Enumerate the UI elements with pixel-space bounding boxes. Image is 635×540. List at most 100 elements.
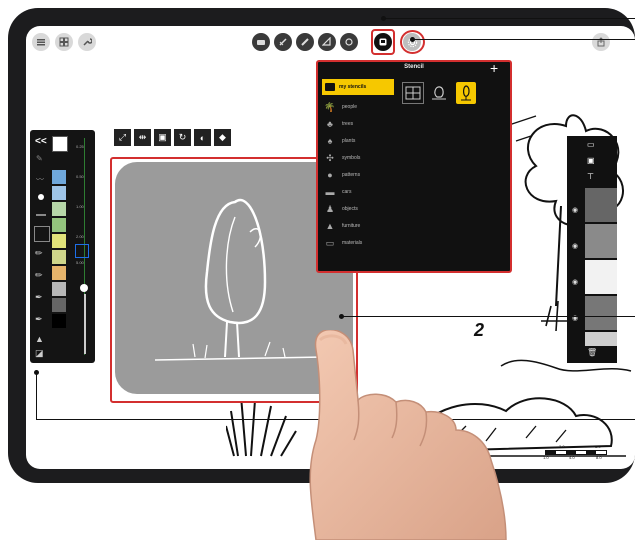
eraser-icon[interactable]: ◪	[35, 348, 44, 359]
collapse-palette-button[interactable]: <<	[35, 136, 47, 147]
color-swatch-7[interactable]	[52, 266, 66, 280]
size-label-5: 5.00	[76, 260, 84, 265]
scale-icon[interactable]: ⤢	[114, 129, 131, 146]
layer-thumb-5[interactable]	[585, 332, 617, 346]
layer-visibility-icon-3[interactable]: ◉	[569, 278, 581, 286]
stencil-thumb-3-selected[interactable]	[456, 82, 476, 104]
opacity-track	[84, 294, 86, 354]
ruler-icon[interactable]	[318, 33, 336, 51]
pencil-tools-icon[interactable]	[274, 33, 292, 51]
callout-line-1	[383, 18, 635, 19]
palm-tree-icon: 🌴	[324, 101, 336, 112]
color-swatch-10[interactable]	[52, 314, 66, 328]
stencil-title: Stencil	[404, 64, 424, 70]
color-swatch-9[interactable]	[52, 298, 66, 312]
bench-icon: ▭	[325, 237, 335, 248]
stencil-category-7[interactable]: ♟ objects	[324, 202, 394, 216]
wrench-icon[interactable]	[78, 33, 96, 51]
color-swatch-2[interactable]	[52, 186, 66, 200]
flip-icon[interactable]: ⇹	[134, 129, 151, 146]
tree-icon: ♣	[327, 119, 333, 129]
color-swatch-8[interactable]	[52, 282, 66, 296]
contrast-icon[interactable]: ◐	[194, 129, 211, 146]
hand-pointing-photo	[309, 330, 507, 540]
scale-label-bottom-3: 8.0	[596, 455, 602, 460]
car-icon: ▬	[325, 187, 335, 197]
gallery-icon[interactable]	[55, 33, 73, 51]
fill-bucket-icon[interactable]: ◆	[214, 129, 231, 146]
layers-icon[interactable]	[252, 33, 270, 51]
import-image-icon[interactable]: ▣	[587, 156, 595, 165]
layer-thumb-1[interactable]	[585, 188, 617, 222]
folder-icon	[325, 83, 335, 91]
stencil-category-3[interactable]: ♠ plants	[324, 134, 394, 148]
layer-thumb-4[interactable]	[585, 296, 617, 330]
person-icon: ▲	[325, 221, 335, 231]
pen-icon[interactable]: 〰	[36, 174, 46, 184]
stencil-category-8[interactable]: ▲ furniture	[324, 219, 394, 233]
size-label-1: 0.25	[76, 144, 84, 149]
layer-visibility-icon-2[interactable]: ◉	[569, 242, 581, 250]
figure-icon: ♟	[325, 203, 335, 214]
brush-icon[interactable]	[296, 33, 314, 51]
scale-label-top-2: 6.0	[595, 444, 601, 449]
layer-visibility-icon-1[interactable]: ◉	[569, 206, 581, 214]
color-swatch-3[interactable]	[52, 202, 66, 216]
plant-icon: ♠	[327, 136, 333, 146]
layers-panel: ▭ ▣ ⊤ ◉ ◉ ◉ ◉ 🗑	[567, 136, 617, 363]
eyedropper-icon[interactable]: ✎	[36, 154, 46, 164]
scale-label-bottom-1: 1.0	[543, 455, 549, 460]
rotate-icon[interactable]: ↻	[174, 129, 191, 146]
bush-icon: ●	[327, 170, 333, 180]
stamp-icon[interactable]: ⊤	[587, 172, 594, 181]
shape-tool-icon[interactable]	[34, 226, 50, 242]
menu-icon[interactable]	[32, 33, 50, 51]
brush-palette: << ✎ 〰 ✏ ✏ ✒ ✒ ▲ ◪ 0.25 0.50 1.00 2.00 5…	[30, 130, 95, 363]
callout-line-3	[342, 316, 635, 317]
opacity-knob[interactable]	[80, 284, 88, 292]
stencil-thumb-2[interactable]	[429, 82, 449, 102]
color-swatch-4[interactable]	[52, 218, 66, 232]
layer-thumb-3[interactable]	[585, 260, 617, 294]
size-slider[interactable]: 0.25 0.50 1.00 2.00 5.00	[75, 134, 92, 359]
new-layer-icon[interactable]: ▭	[587, 140, 595, 149]
callout-dot-1	[381, 16, 386, 21]
pen-nib-icon[interactable]: ✒	[35, 292, 43, 303]
stencil-category-2[interactable]: ♣ trees	[324, 117, 394, 131]
folder-item-selected[interactable]: my stencils	[322, 79, 394, 95]
color-swatch-5[interactable]	[52, 234, 66, 248]
layer-thumb-2[interactable]	[585, 224, 617, 258]
callout-dot-2	[410, 37, 415, 42]
line-brush-icon[interactable]	[36, 214, 46, 216]
stencil-button-highlight	[371, 29, 395, 55]
trash-icon[interactable]: 🗑	[587, 348, 597, 357]
add-stencil-button[interactable]: +	[490, 60, 498, 76]
symbol-icon: ✣	[326, 152, 334, 163]
fill-icon[interactable]: ▲	[35, 334, 44, 344]
lock-icon[interactable]: ▣	[154, 129, 171, 146]
stencil-thumb-1[interactable]	[402, 82, 424, 104]
folder-label: my stencils	[339, 84, 367, 90]
stencil-category-1[interactable]: 🌴 people	[324, 100, 394, 114]
stencil-category-4[interactable]: ✣ symbols	[324, 151, 394, 165]
settings-highlight	[400, 30, 425, 54]
share-icon[interactable]	[592, 33, 610, 51]
callout-line-4-vertical	[36, 372, 37, 420]
dot-brush-icon[interactable]	[38, 194, 44, 200]
marker-icon[interactable]: ✏	[35, 270, 43, 281]
size-label-3: 1.00	[76, 204, 84, 209]
color-grid-icon[interactable]	[52, 136, 68, 152]
stencil-category-5[interactable]: ● patterns	[324, 168, 394, 182]
color-swatch-6[interactable]	[52, 250, 66, 264]
color-swatch-1[interactable]	[52, 170, 66, 184]
size-label-4: 2.00	[76, 234, 84, 239]
stencil-category-9[interactable]: ▭ materials	[324, 236, 394, 250]
scale-label-top-1: 2.0	[559, 444, 565, 449]
pencil-icon[interactable]: ✏	[35, 248, 43, 259]
brush-tool-icon[interactable]: ✒	[35, 314, 43, 325]
size-selected-indicator	[75, 244, 89, 258]
undo-icon[interactable]	[340, 33, 358, 51]
scale-label-bottom-2: 4.0	[569, 455, 575, 460]
stencil-category-6[interactable]: ▬ cars	[324, 185, 394, 199]
size-label-2: 0.50	[76, 174, 84, 179]
